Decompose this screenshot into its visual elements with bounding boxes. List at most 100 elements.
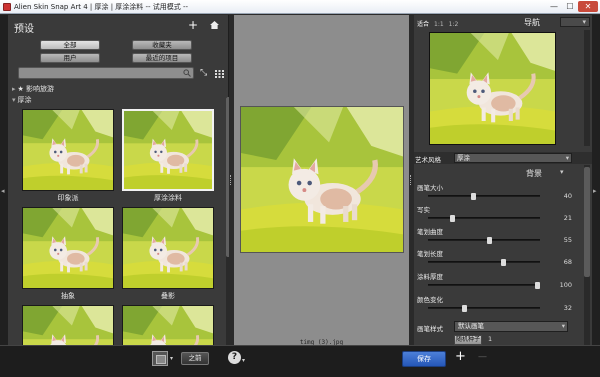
background-section-title: 背景 (526, 169, 542, 178)
grid-view-icon[interactable] (215, 70, 224, 78)
preset-label: 印象派 (57, 194, 79, 202)
navigator-image[interactable] (429, 32, 556, 145)
slider-handle[interactable] (470, 193, 476, 200)
search-input[interactable] (21, 68, 181, 78)
preset-thumb-next[interactable] (22, 305, 114, 345)
slider-track[interactable] (428, 193, 540, 200)
search-box (18, 67, 194, 79)
slider-label: 颜色变化 (417, 296, 443, 304)
slider-handle[interactable] (535, 282, 540, 289)
slider-track[interactable] (428, 215, 540, 222)
chevron-right-icon: ▸ (593, 187, 597, 195)
kitten-artwork (241, 107, 403, 252)
slider-value: 21 (563, 214, 572, 222)
help-icon[interactable]: ? (228, 351, 241, 364)
tree-item-travel[interactable]: ▸ ★ 影响旅游 (12, 84, 54, 94)
title-bar: Alien Skin Snap Art 4 | 厚涂 | 厚涂涂料 -- 试用模… (0, 0, 600, 14)
expand-arrow-icon: ▸ (12, 85, 16, 93)
chevron-left-icon: ◂ (1, 187, 5, 195)
preset-thumb-overlay[interactable] (122, 207, 214, 289)
chevron-down-icon[interactable]: ▾ (242, 357, 245, 364)
navigator-dropdown[interactable]: ▾ (560, 17, 590, 27)
kitten-artwork (430, 33, 555, 144)
close-button[interactable]: ✕ (578, 1, 598, 12)
slider-track[interactable] (428, 305, 540, 312)
seed-value: 1 (488, 335, 493, 343)
slider-track[interactable] (428, 237, 540, 244)
save-button[interactable]: 保存 (402, 351, 446, 367)
zoom-options: 适合 1:1 1:2 (417, 19, 463, 28)
preset-thumb-abstract[interactable] (22, 207, 114, 289)
add-preset-button[interactable]: + (188, 18, 198, 32)
collapse-all-icon[interactable]: ⤡ (200, 69, 210, 78)
chevron-down-icon: ▾ (561, 322, 565, 330)
brush-style-value: 默认画笔 (458, 322, 484, 330)
random-seed-button[interactable]: 随机种子 (454, 335, 482, 345)
slider-value: 40 (563, 192, 572, 200)
scrollbar-thumb[interactable] (584, 167, 590, 277)
remove-button[interactable]: — (478, 352, 487, 362)
kitten-artwork (123, 208, 213, 288)
filter-user-button[interactable]: 用户 (40, 53, 100, 63)
tree-item-impasto[interactable]: ▾ 厚涂 (12, 95, 32, 105)
slider-handle[interactable] (462, 305, 468, 312)
zoom-1-2-button[interactable]: 1:2 (449, 21, 459, 28)
art-style-label: 艺术风格 (415, 156, 441, 164)
minimize-button[interactable]: — (546, 1, 562, 12)
settings-scrollbar[interactable] (584, 165, 590, 345)
slider-value: 68 (563, 258, 572, 266)
kitten-artwork (23, 110, 113, 190)
preset-label: 叠影 (161, 292, 175, 300)
compare-view-button[interactable] (152, 351, 168, 366)
preset-thumb-impasto-paint[interactable] (122, 109, 214, 191)
preview-image[interactable] (240, 106, 404, 253)
slider-handle[interactable] (486, 237, 492, 244)
grip-icon (230, 175, 232, 185)
before-button[interactable]: 之前 (181, 352, 209, 365)
add-button[interactable]: + (455, 349, 466, 364)
search-icon (183, 69, 191, 77)
brush-style-select[interactable]: 默认画笔 ▾ (454, 321, 568, 332)
slider-value: 32 (563, 304, 572, 312)
art-style-row: 艺术风格 厚涂 ▾ (414, 152, 592, 164)
slider-label: 画笔大小 (417, 184, 443, 192)
slider-handle[interactable] (450, 215, 456, 222)
filter-favorites-button[interactable]: 收藏夹 (132, 40, 192, 50)
art-style-select[interactable]: 厚涂 ▾ (454, 153, 572, 163)
collapse-arrow-icon: ▾ (12, 96, 16, 104)
zoom-fit-button[interactable]: 适合 (417, 21, 429, 28)
app-icon (3, 3, 11, 11)
preset-label: 抽象 (61, 292, 75, 300)
slider-label: 涂料厚度 (417, 273, 443, 281)
slider-track[interactable] (428, 259, 540, 266)
navigator-scrollbar[interactable] (584, 30, 590, 146)
kitten-artwork (123, 306, 213, 345)
maximize-button[interactable]: ☐ (562, 1, 578, 12)
window-title: Alien Skin Snap Art 4 | 厚涂 | 厚涂涂料 -- 试用模… (14, 3, 189, 11)
tree-item-label: 厚涂 (17, 96, 32, 104)
settings-panel: 适合 1:1 1:2 导航 ▾ 艺术风格 厚涂 ▾ 背景 ▾ 画笔大小 40 写实 21 笔… (414, 15, 592, 345)
navigator-title: 导航 (524, 18, 540, 27)
kitten-artwork (23, 208, 113, 288)
slider-handle[interactable] (500, 259, 506, 266)
filter-all-button[interactable]: 全部 (40, 40, 100, 50)
kitten-artwork (124, 111, 212, 189)
grip-icon (410, 175, 412, 185)
home-icon[interactable] (210, 21, 219, 29)
slider-label: 笔划曲度 (417, 228, 443, 236)
filter-recent-button[interactable]: 最近的项目 (132, 53, 192, 63)
preset-thumb-next[interactable] (122, 305, 214, 345)
right-panel-toggle[interactable]: ▸ (592, 15, 600, 345)
slider-track[interactable] (428, 282, 540, 289)
presets-title: 预设 (14, 24, 34, 35)
slider-label: 写实 (417, 206, 430, 214)
left-panel-toggle[interactable]: ◂ (0, 15, 8, 345)
section-dropdown[interactable]: ▾ (560, 168, 574, 178)
zoom-1-1-button[interactable]: 1:1 (434, 21, 444, 28)
preset-label: 厚涂涂料 (154, 194, 182, 202)
slider-value: 55 (563, 236, 572, 244)
preset-thumb-impressionism[interactable] (22, 109, 114, 191)
chevron-down-icon[interactable]: ▾ (170, 355, 173, 362)
bottom-toolbar: ▾ 之前 ? ▾ 保存 + — (0, 345, 600, 377)
preset-thumbnails: 印象派 厚涂涂料 抽象 叠影 (22, 109, 218, 345)
